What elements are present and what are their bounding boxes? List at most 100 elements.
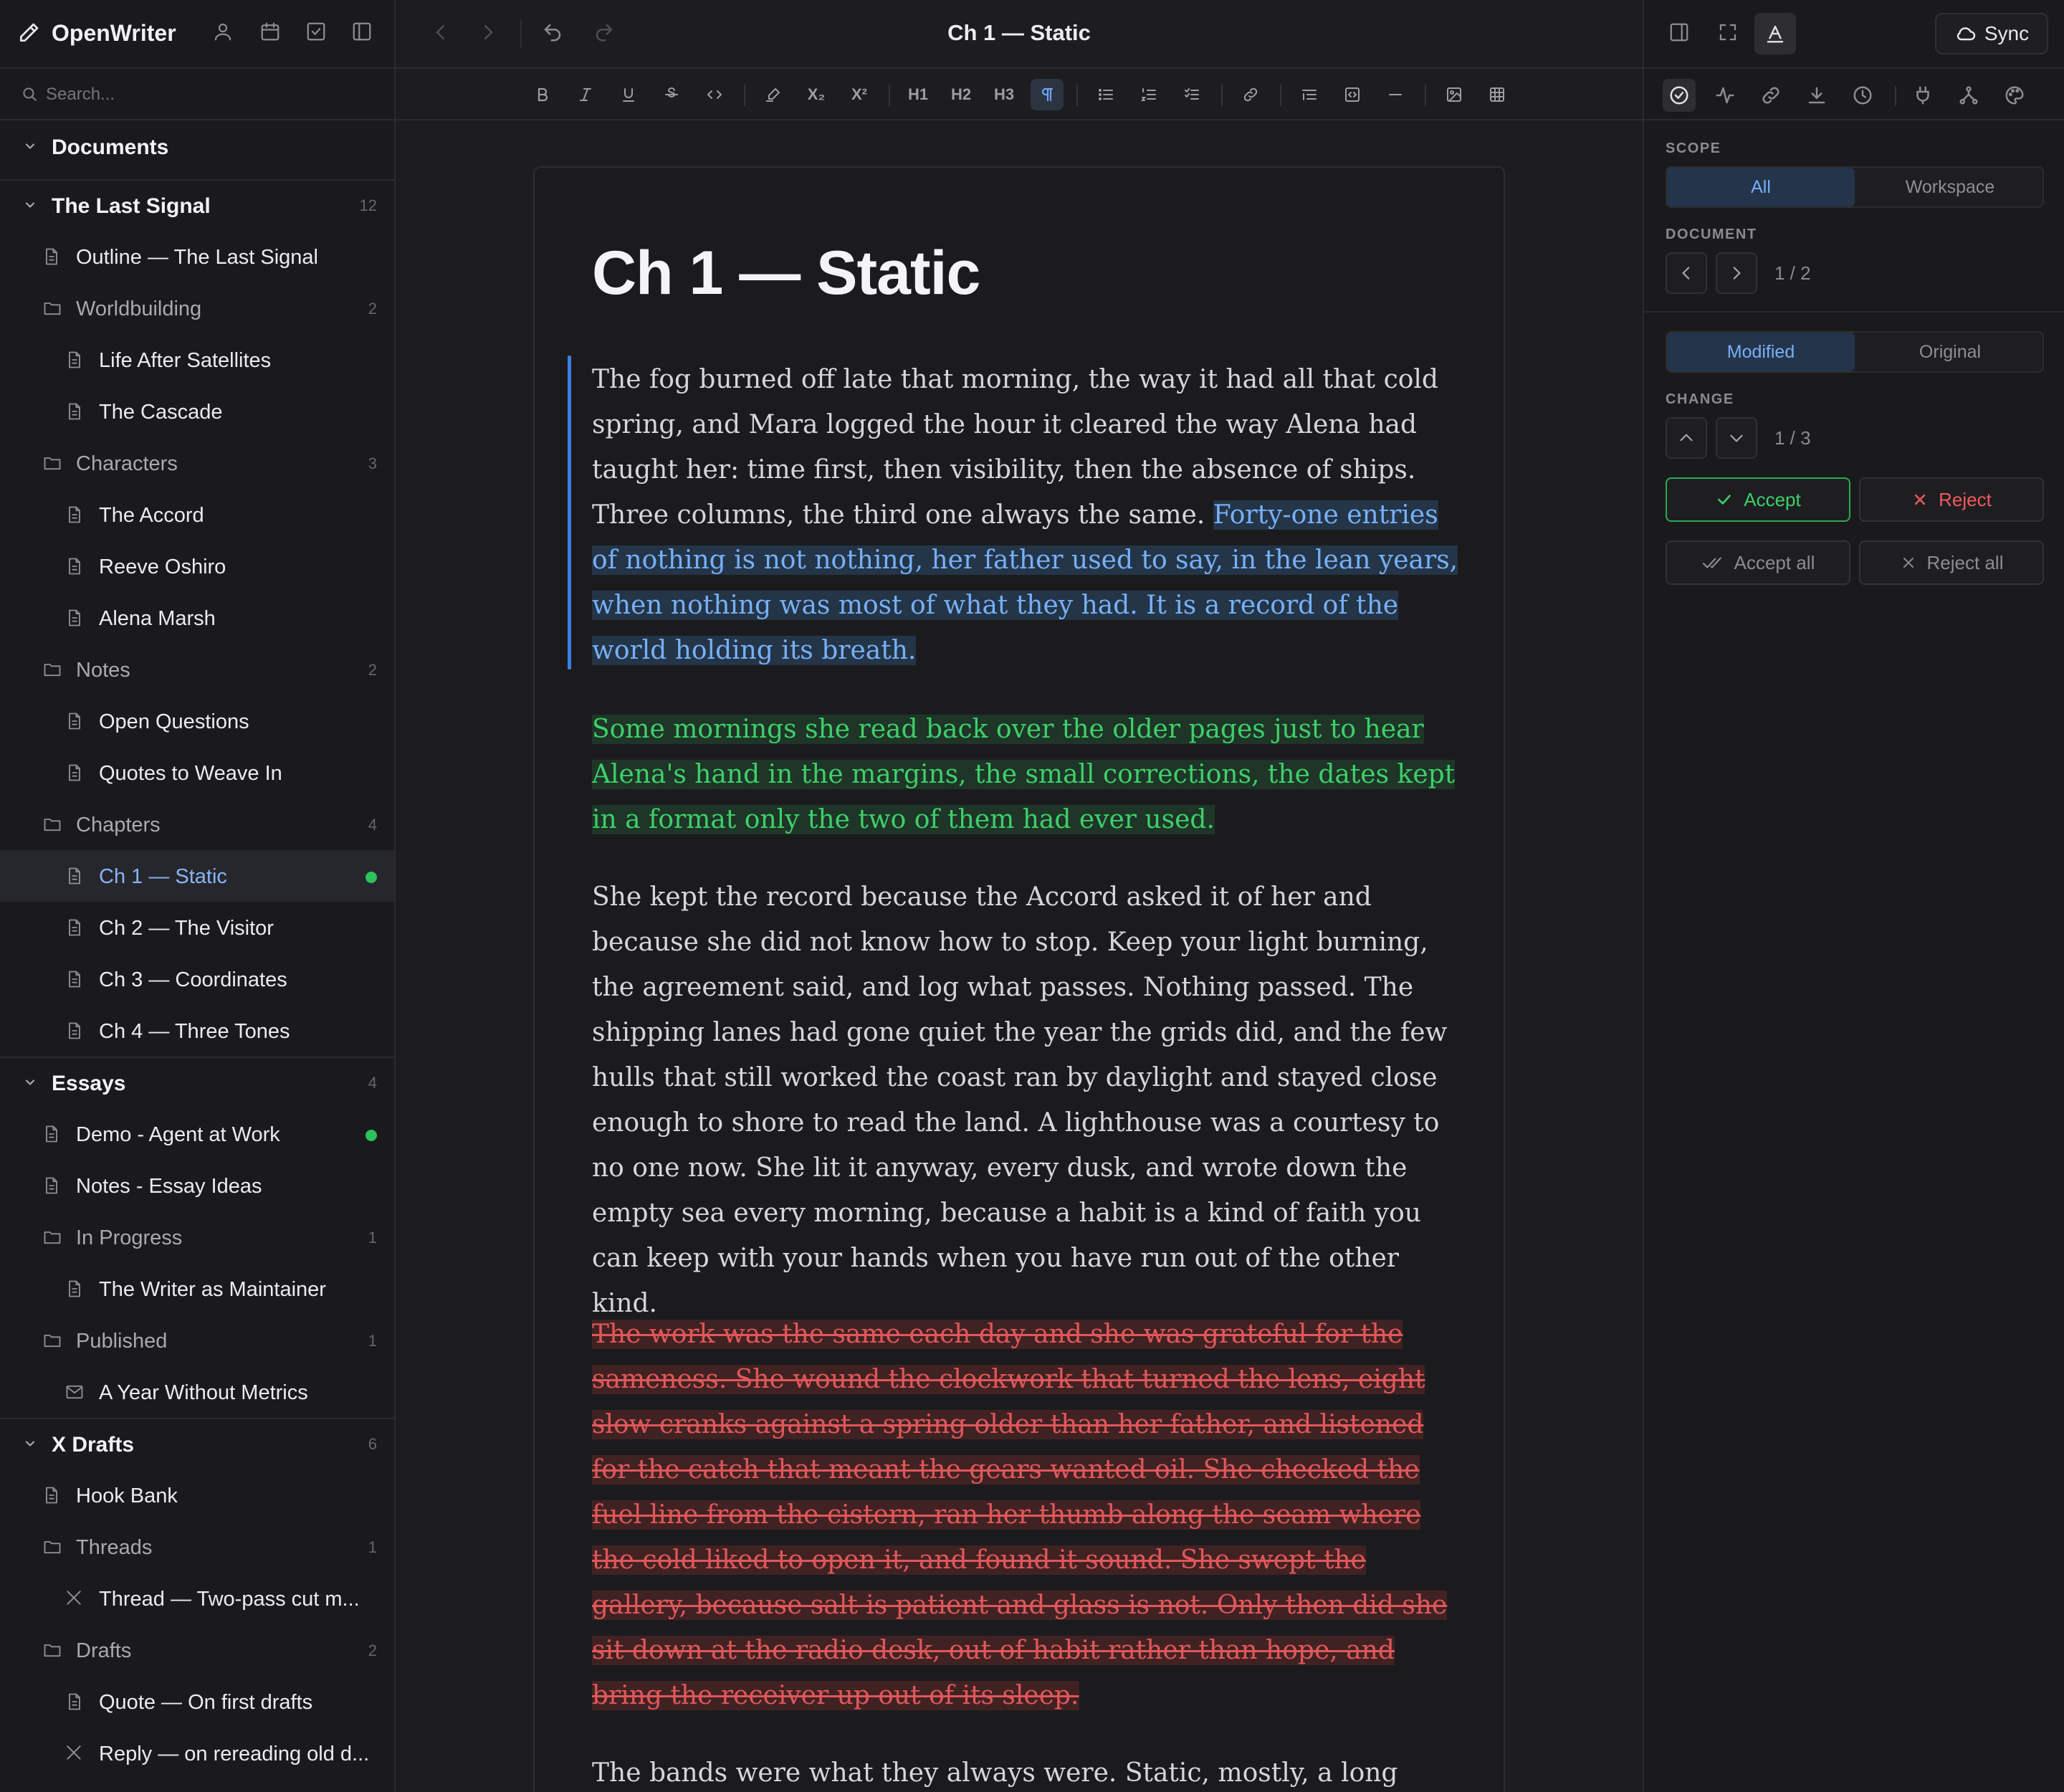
tree-item[interactable]: Outline — The Last Signal	[0, 231, 394, 282]
tree-item[interactable]: The Cascade	[0, 386, 394, 437]
paragraph-1[interactable]: The fog burned off late that morning, th…	[592, 357, 1459, 673]
added-text[interactable]: Some mornings she read back over the old…	[592, 715, 1456, 834]
tree-item[interactable]: Alena Marsh	[0, 592, 394, 644]
superscript-button[interactable]: X²	[843, 79, 876, 110]
toolbar-divider	[1280, 85, 1281, 106]
reject-button[interactable]: Reject	[1859, 477, 2044, 522]
branches-tab[interactable]	[1952, 79, 1985, 112]
chevron-down-icon[interactable]	[23, 139, 37, 153]
search-input[interactable]	[46, 80, 376, 109]
next-change-button[interactable]	[1716, 417, 1757, 459]
paragraph-5[interactable]: The bands were what they always were. St…	[592, 1750, 1459, 1792]
paragraph-3[interactable]: She kept the record because the Accord a…	[592, 874, 1459, 1326]
heading-3-button[interactable]: H3	[988, 79, 1021, 110]
accept-all-button[interactable]: Accept all	[1666, 540, 1850, 585]
user-icon[interactable]	[212, 21, 238, 47]
document-caption: DOCUMENT	[1666, 227, 1757, 242]
numbered-list-button[interactable]	[1132, 79, 1165, 110]
tree-section[interactable]: Documents	[0, 120, 394, 172]
checkbox-icon[interactable]	[305, 21, 331, 47]
review-changes-tab[interactable]	[1663, 79, 1696, 112]
horizontal-rule-button[interactable]	[1379, 79, 1412, 110]
scope-workspace-option[interactable]: Workspace	[1856, 168, 2044, 206]
tree-item[interactable]: Notes - Essay Ideas	[0, 1160, 394, 1211]
export-tab[interactable]	[1800, 79, 1833, 112]
blockquote-button[interactable]	[1293, 79, 1326, 110]
tree-folder[interactable]: Notes 2	[0, 644, 394, 695]
tree-item[interactable]: Quotes to Weave In	[0, 747, 394, 799]
tree-item[interactable]: The Writer as Maintainer	[0, 1263, 394, 1315]
view-modified-option[interactable]: Modified	[1667, 333, 1855, 371]
strikethrough-button[interactable]	[655, 79, 688, 110]
paragraph-4-removed[interactable]: The work was the same each day and she w…	[592, 1312, 1459, 1718]
fullscreen-icon[interactable]	[1717, 22, 1739, 43]
tree-section[interactable]: Essays 4	[0, 1057, 394, 1108]
image-button[interactable]	[1438, 79, 1471, 110]
sync-button[interactable]: Sync	[1935, 13, 2048, 54]
split-view-icon[interactable]	[1668, 22, 1690, 43]
typography-icon[interactable]	[1754, 13, 1796, 54]
reject-all-button[interactable]: Reject all	[1859, 540, 2044, 585]
tree-item-label: Quotes to Weave In	[99, 762, 282, 785]
link-button[interactable]	[1234, 79, 1267, 110]
tree-section[interactable]: The Last Signal 12	[0, 179, 394, 231]
theme-palette-tab[interactable]	[1998, 79, 2031, 112]
code-button[interactable]	[698, 79, 731, 110]
removed-text[interactable]: The work was the same each day and she w…	[592, 1320, 1448, 1710]
tree-item[interactable]: Reply — on rereading old d...	[0, 1727, 394, 1779]
tree-item[interactable]: Ch 1 — Static	[0, 850, 394, 902]
document-page[interactable]: Ch 1 — Static The fog burned off late th…	[533, 166, 1505, 1792]
next-document-button[interactable]	[1716, 252, 1757, 294]
tree-item[interactable]: Open Questions	[0, 695, 394, 747]
previous-change-button[interactable]	[1666, 417, 1707, 459]
scope-all-option[interactable]: All	[1667, 168, 1855, 206]
links-tab[interactable]	[1754, 79, 1787, 112]
activity-tab[interactable]	[1709, 79, 1742, 112]
tree-folder[interactable]: Worldbuilding 2	[0, 282, 394, 334]
tree-section[interactable]: X Drafts 6	[0, 1418, 394, 1469]
underline-button[interactable]	[612, 79, 645, 110]
sidebar-toggle-icon[interactable]	[351, 21, 377, 47]
item-count: 4	[368, 1074, 377, 1092]
tree-folder[interactable]: Characters 3	[0, 437, 394, 489]
subscript-button[interactable]: X₂	[800, 79, 833, 110]
tree-folder[interactable]: Drafts 2	[0, 1624, 394, 1676]
plugin-tab[interactable]	[1906, 79, 1939, 112]
tree-item[interactable]: Hook Bank	[0, 1469, 394, 1521]
tree-item[interactable]: A Year Without Metrics	[0, 1366, 394, 1418]
tree-item[interactable]: Reeve Oshiro	[0, 540, 394, 592]
panel-topbar: Sync	[1644, 0, 2064, 67]
heading-2-button[interactable]: H2	[945, 79, 978, 110]
tree-folder[interactable]: In Progress 1	[0, 1211, 394, 1263]
tree-item[interactable]: The Accord	[0, 489, 394, 540]
paragraph-2-added[interactable]: Some mornings she read back over the old…	[592, 707, 1459, 842]
tree-folder[interactable]: Chapters 4	[0, 799, 394, 850]
tree-item[interactable]: Life After Satellites	[0, 334, 394, 386]
code-block-button[interactable]	[1336, 79, 1369, 110]
bullet-list-button[interactable]	[1089, 79, 1122, 110]
tree-item[interactable]: Quote — On first drafts	[0, 1676, 394, 1727]
tree-folder[interactable]: Threads 1	[0, 1521, 394, 1573]
reject-label: Reject	[1939, 488, 1992, 510]
paragraph-button[interactable]	[1031, 79, 1064, 110]
tree-item[interactable]: Thread — Two-pass cut m...	[0, 1573, 394, 1624]
heading-1-button[interactable]: H1	[902, 79, 935, 110]
chevron-down-icon[interactable]	[23, 1436, 37, 1451]
table-button[interactable]	[1481, 79, 1514, 110]
task-list-button[interactable]	[1175, 79, 1208, 110]
bold-button[interactable]	[526, 79, 559, 110]
history-tab[interactable]	[1846, 79, 1879, 112]
tree-item[interactable]: Ch 3 — Coordinates	[0, 953, 394, 1005]
tree-item[interactable]: Ch 2 — The Visitor	[0, 902, 394, 953]
calendar-icon[interactable]	[259, 21, 285, 47]
highlighter-button[interactable]	[757, 79, 790, 110]
previous-document-button[interactable]	[1666, 252, 1707, 294]
chevron-down-icon[interactable]	[23, 198, 37, 212]
italic-button[interactable]	[569, 79, 602, 110]
view-original-option[interactable]: Original	[1856, 333, 2044, 371]
tree-item[interactable]: Ch 4 — Three Tones	[0, 1005, 394, 1057]
chevron-down-icon[interactable]	[23, 1075, 37, 1090]
accept-button[interactable]: Accept	[1666, 477, 1850, 522]
tree-item[interactable]: Demo - Agent at Work	[0, 1108, 394, 1160]
tree-folder[interactable]: Published 1	[0, 1315, 394, 1366]
